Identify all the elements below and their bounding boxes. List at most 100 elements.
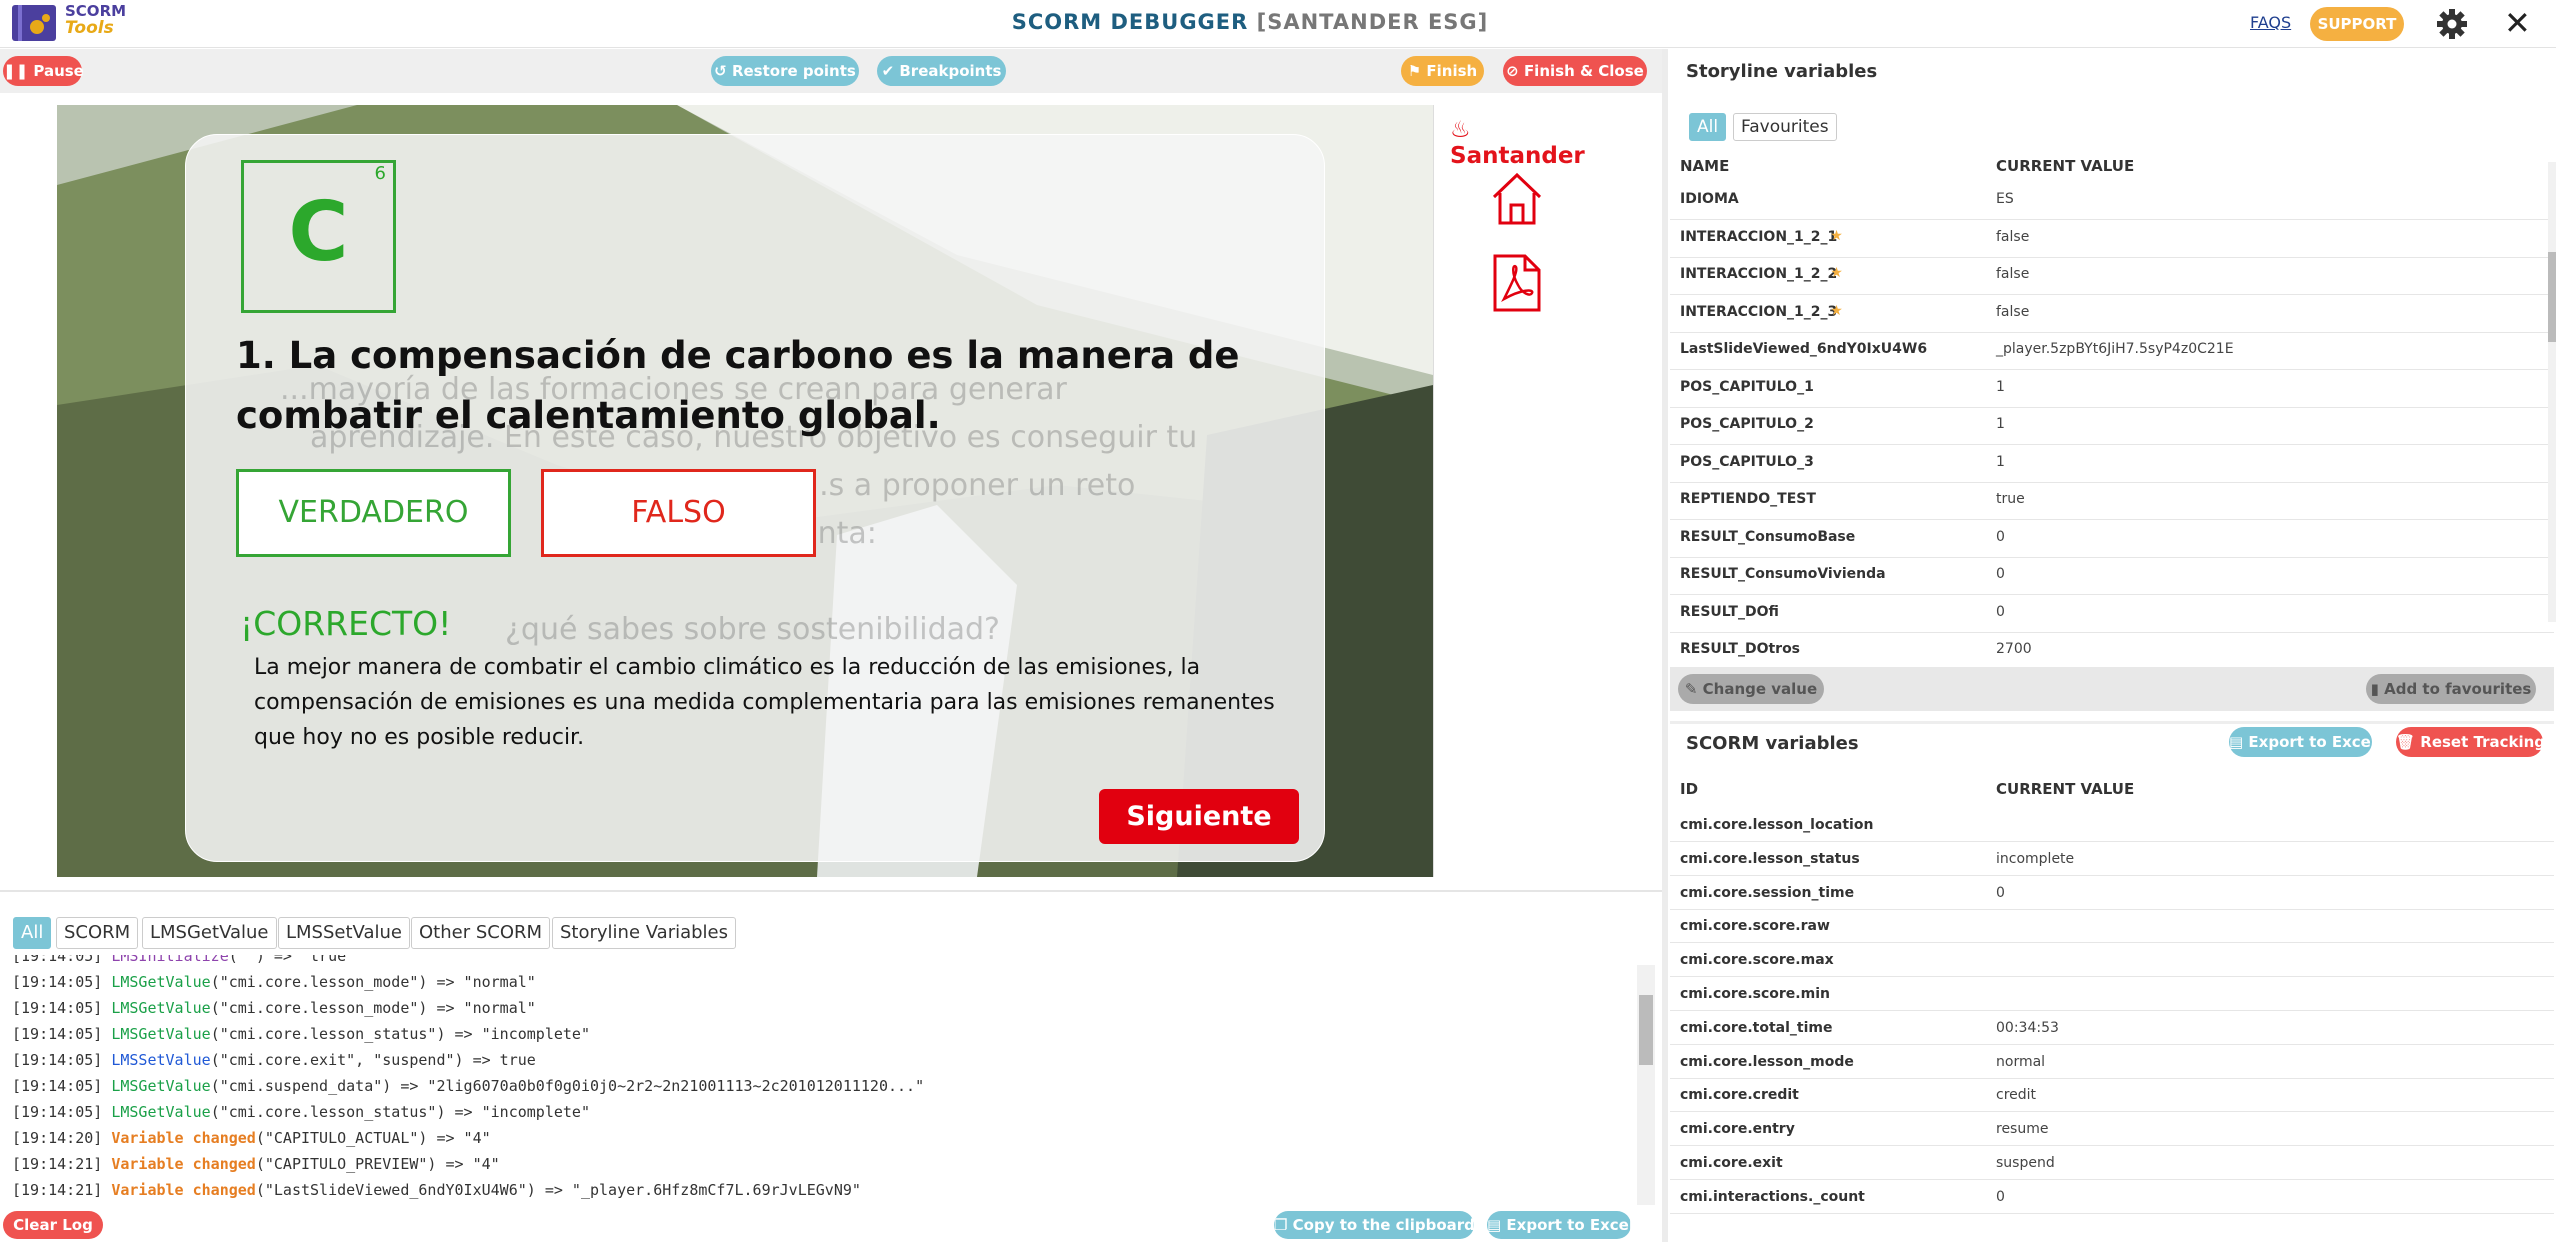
storyline-row[interactable]: POS_CAPITULO_2 1 [1670,408,2554,445]
storyline-var-value: false [1996,266,2030,282]
scorm-row[interactable]: cmi.core.lesson_mode normal [1670,1046,2554,1079]
storyline-var-value: 0 [1996,566,2005,582]
log-tab-scorm[interactable]: SCORM [56,917,139,949]
scorm-row[interactable]: cmi.interactions._count 0 [1670,1181,2554,1214]
home-icon[interactable] [1490,171,1544,227]
log-tab-other-scorm[interactable]: Other SCORM [411,917,551,949]
pause-icon: ❚❚ [3,62,34,80]
log-args: ("cmi.core.lesson_status") => "incomplet… [210,1025,590,1043]
ghost-text-line: ¿qué sabes sobre sostenibilidad? [505,612,1000,647]
clear-log-button[interactable]: Clear Log [3,1211,103,1239]
favourite-star-icon[interactable]: ★ [1830,303,1843,319]
log-scroll-thumb[interactable] [1639,995,1653,1065]
finish-close-button[interactable]: ⊘ Finish & Close [1503,56,1647,86]
finish-button[interactable]: ⚑ Finish [1401,56,1484,86]
storyline-row[interactable]: RESULT_ConsumoVivienda 0 [1670,558,2554,595]
storyline-var-value: false [1996,303,2030,320]
storyline-row[interactable]: POS_CAPITULO_3 1 [1670,446,2554,483]
scorm-row[interactable]: cmi.core.lesson_status incomplete [1670,843,2554,876]
scorm-var-id: cmi.core.exit [1680,1155,1783,1171]
scorm-row[interactable]: cmi.core.total_time 00:34:53 [1670,1012,2554,1045]
storyline-row[interactable]: IDIOMA ES [1670,183,2554,220]
log-timestamp: [19:14:05] [12,1103,103,1121]
breakpoints-button[interactable]: ✔ Breakpoints [877,56,1006,86]
horizontal-divider[interactable] [0,890,1662,892]
storyline-tab-favourites[interactable]: Favourites [1733,113,1837,141]
event-log[interactable]: [19:14:05] LMSInitialize("") => "true" [1… [8,955,1638,1205]
log-scrollbar[interactable] [1637,965,1655,1205]
storyline-row[interactable]: RESULT_ConsumoBase 0 [1670,521,2554,558]
check-circle-icon: ✔ [881,62,900,80]
scorm-row[interactable]: cmi.core.score.raw [1670,910,2554,944]
export-log-button[interactable]: ▤ Export to Excel [1487,1211,1634,1239]
log-function: LMSGetValue [111,1077,211,1095]
support-button[interactable]: SUPPORT [2310,7,2404,41]
restore-points-button[interactable]: ↺ Restore points [711,56,859,86]
scorm-var-value: normal [1996,1053,2046,1070]
scorm-row[interactable]: cmi.core.entry resume [1670,1113,2554,1147]
true-answer-button[interactable]: VERDADERO [236,469,511,557]
title-course: [SANTANDER ESG] [1256,10,1489,34]
logo-text-tools: Tools [65,18,114,38]
change-value-button[interactable]: ✎ Change value [1678,674,1824,704]
log-tab-lmsgetvalue[interactable]: LMSGetValue [142,917,277,949]
scorm-var-id: cmi.core.score.max [1680,952,1834,969]
storyline-row[interactable]: INTERACCION_1_2_1 ★ false [1670,221,2554,258]
storyline-tab-all[interactable]: All [1689,113,1727,141]
storyline-row[interactable]: INTERACCION_1_2_3 ★ false [1670,296,2554,333]
scorm-row[interactable]: cmi.core.score.max [1670,944,2554,978]
scorm-row[interactable]: cmi.core.session_time 0 [1670,877,2554,910]
storyline-row[interactable]: POS_CAPITULO_1 1 [1670,371,2554,408]
add-favourites-button[interactable]: ▮ Add to favourites [2366,674,2536,704]
scorm-row[interactable]: cmi.core.exit suspend [1670,1147,2554,1180]
storyline-var-value: _player.5zpBYt6JiH7.5syP4z0C21E [1996,341,2234,357]
scorm-row[interactable]: cmi.core.score.min [1670,978,2554,1011]
storyline-row[interactable]: LastSlideViewed_6ndY0IxU4W6 _player.5zpBY… [1670,333,2554,370]
pause-button[interactable]: ❚❚ Pause [3,56,84,86]
reset-tracking-button[interactable]: 🗑 Reset Tracking [2396,727,2545,757]
ghost-text-line: ...s a proponer un reto [800,468,1136,503]
scorm-var-id: cmi.core.entry [1680,1121,1795,1138]
scorm-row[interactable]: cmi.core.credit credit [1670,1079,2554,1113]
next-button[interactable]: Siguiente [1099,789,1299,844]
storyline-var-name: IDIOMA [1680,191,1739,207]
page-title: SCORM DEBUGGER [SANTANDER ESG] [950,10,1550,34]
scorm-var-id: cmi.core.score.raw [1680,918,1830,935]
storyline-row[interactable]: REPTIENDO_TEST true [1670,483,2554,520]
export-scorm-button[interactable]: ▤ Export to Excel [2229,727,2376,757]
log-tab-storyline-variables[interactable]: Storyline Variables [552,917,737,949]
storyline-scroll-thumb[interactable] [2548,252,2556,342]
storyline-action-bar: ✎ Change value ▮ Add to favourites [1670,667,2554,711]
storyline-scrollbar[interactable] [2548,162,2556,622]
close-icon[interactable]: ✕ [2504,6,2531,40]
storyline-var-name: POS_CAPITULO_3 [1680,453,1814,470]
scorm-row[interactable]: cmi.core.lesson_location [1670,809,2554,842]
faqs-link[interactable]: FAQS [2250,13,2291,32]
change-value-label: Change value [1702,680,1818,698]
storyline-row[interactable]: RESULT_DOtros 2700 [1670,633,2554,670]
log-args: ("cmi.core.lesson_status") => "incomplet… [210,1103,590,1121]
log-tab-lmssetvalue[interactable]: LMSSetValue [278,917,410,949]
log-function: LMSInitialize [111,955,229,965]
ban-icon: ⊘ [1506,62,1524,80]
flag-icon: ⚑ [1407,62,1427,80]
scorm-var-value: credit [1996,1087,2037,1104]
edit-icon: ✎ [1684,680,1703,698]
log-function: LMSGetValue [111,1103,211,1121]
log-args: ("cmi.core.lesson_mode") => "normal" [210,973,536,991]
storyline-var-value: 0 [1996,603,2005,620]
storyline-row[interactable]: RESULT_DOfi 0 [1670,596,2554,633]
favourite-star-icon[interactable]: ★ [1830,228,1843,244]
log-function: Variable changed [111,1155,256,1173]
log-function: LMSGetValue [111,1025,211,1043]
scorm-var-id: cmi.core.session_time [1680,884,1855,901]
pdf-icon[interactable] [1492,253,1542,313]
copy-clipboard-button[interactable]: ❐ Copy to the clipboard [1274,1211,1475,1239]
app-header: SCORM Tools SCORM DEBUGGER [SANTANDER ES… [0,0,2556,48]
storyline-row[interactable]: INTERACCION_1_2_2 ★ false [1670,258,2554,295]
favourite-star-icon[interactable]: ★ [1830,265,1843,281]
scorm-var-id: cmi.core.lesson_mode [1680,1053,1854,1070]
log-tab-all[interactable]: All [13,917,52,949]
gear-icon[interactable] [2436,8,2468,40]
false-answer-button[interactable]: FALSO [541,469,816,557]
